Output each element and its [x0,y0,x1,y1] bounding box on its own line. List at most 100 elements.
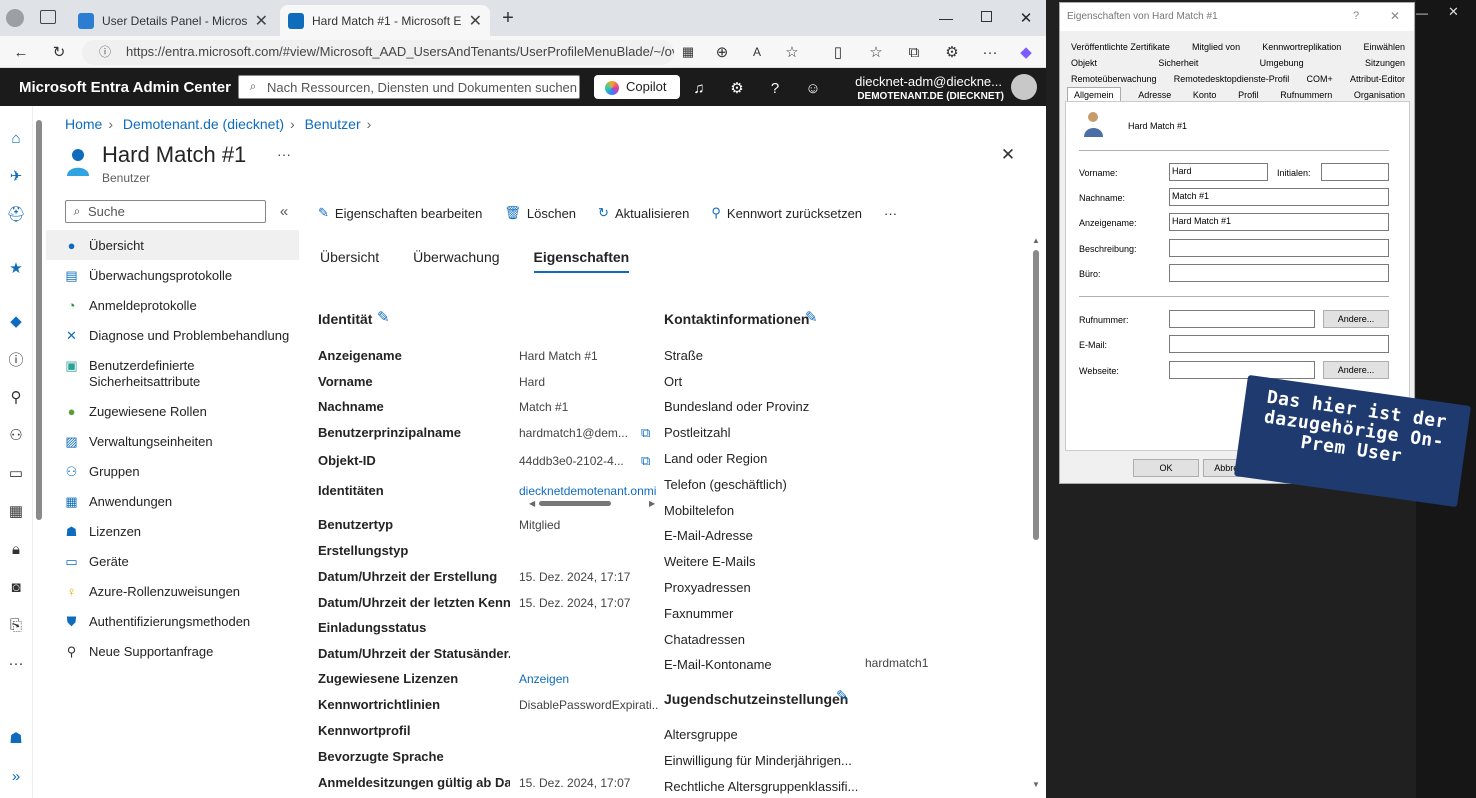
refresh-button[interactable]: ↻ Aktualisieren [598,203,689,223]
url-field[interactable]: https://entra.microsoft.com/#view/Micros… [82,40,674,65]
reset-password-button[interactable]: ⚲ Kennwort zurücksetzen [711,203,862,223]
tab-user-details[interactable]: User Details Panel - Microsoft 365 ✕ [70,5,276,36]
nav-item-custom-security[interactable]: ▣ Benutzerdefinierte Sicherheitsattribute [46,350,299,396]
edit-identity-icon[interactable]: ✎ [377,308,390,326]
devices-icon[interactable]: ▭ [6,463,26,483]
vorname-field[interactable]: Hard [1169,163,1268,181]
webseite-andere-button[interactable]: Andere... [1323,361,1389,379]
nav-item-new-support[interactable]: ⚲ Neue Supportanfrage [46,636,299,666]
refresh-icon[interactable]: ↻ [47,40,71,64]
dlg-tab-organization[interactable]: Organisation [1350,90,1409,100]
beschreibung-field[interactable] [1169,239,1389,257]
close-tab-icon[interactable]: ✕ [255,11,268,31]
tab-monitoring[interactable]: Überwachung [413,249,499,273]
dlg-tab-certs[interactable]: Veröffentlichte Zertifikate [1067,42,1174,52]
nav-search-input[interactable]: Suche [65,200,266,223]
avatar[interactable] [1011,74,1037,100]
apps-grid-icon[interactable]: ▦ [6,501,26,521]
diagnose-icon[interactable]: ⛑ [6,204,26,224]
rufnummer-andere-button[interactable]: Andere... [1323,310,1389,328]
nav-item-licenses[interactable]: ☗ Lizenzen [46,516,299,546]
dlg-tab-security[interactable]: Sicherheit [1154,58,1202,68]
resource-search-input[interactable]: Nach Ressourcen, Diensten und Dokumenten… [238,75,580,99]
dlg-tab-environment[interactable]: Umgebung [1256,58,1308,68]
nav-item-diagnose[interactable]: ✕ Diagnose und Problembehandlung [46,320,299,350]
portal-brand[interactable]: Microsoft Entra Admin Center [19,79,231,96]
edit-properties-button[interactable]: ✎ Eigenschaften bearbeiten [318,203,482,223]
dlg-tab-memberof[interactable]: Mitglied von [1188,42,1244,52]
copy-icon[interactable]: ⧉ [641,453,650,469]
rufnummer-field[interactable] [1169,310,1315,328]
dialog-ok-button[interactable]: OK [1133,459,1199,477]
nav-item-admin-units[interactable]: ▨ Verwaltungseinheiten [46,426,299,456]
apps-icon[interactable]: ▦ [676,40,700,64]
more-commands-button[interactable]: ··· [884,203,897,223]
value-scrollbar[interactable]: ◀ ▶ [529,499,655,508]
nachname-field[interactable]: Match #1 [1169,188,1389,206]
copy-icon[interactable]: ⧉ [641,425,650,441]
dlg-tab-account[interactable]: Konto [1189,90,1221,100]
nav-item-overview[interactable]: ● Übersicht [46,230,299,260]
nav-item-devices[interactable]: ▭ Geräte [46,546,299,576]
identity-value[interactable]: diecknetdemotenant.onmi [519,484,659,498]
tab-overview[interactable]: Übersicht [320,249,379,273]
profile-icon[interactable] [6,9,24,27]
dlg-tab-phones[interactable]: Rufnummern [1276,90,1336,100]
dlg-tab-sessions[interactable]: Sitzungen [1361,58,1409,68]
maximize-icon[interactable] [981,11,992,22]
read-aloud-icon[interactable]: A [745,40,769,64]
edit-youth-icon[interactable]: ✎ [836,687,849,705]
help-icon[interactable]: ? [765,78,785,98]
page-more-button[interactable]: ··· [277,146,291,162]
favorites-star-icon[interactable]: ★ [6,258,26,278]
tab-actions-icon[interactable] [40,10,56,24]
lock-icon[interactable]: 🔒︎ [6,539,26,559]
learn-icon[interactable]: ☗ [6,728,26,748]
minimize-icon[interactable]: — [936,8,956,28]
close-blade-icon[interactable]: ✕ [998,145,1018,165]
copilot-edge-icon[interactable]: ◆ [1014,40,1038,64]
favorite-star-icon[interactable]: ☆ [780,40,804,64]
content-scrollbar-thumb[interactable] [1033,250,1039,540]
close-window-icon[interactable]: ✕ [1016,8,1036,28]
info-icon[interactable]: ⓘ [6,349,26,369]
split-screen-icon[interactable]: ▯ [826,40,850,64]
dlg-tab-com[interactable]: COM+ [1303,74,1337,84]
users-icon[interactable]: ⚲ [6,387,26,407]
settings-gear-icon[interactable]: ⚙ [727,78,747,98]
nav-item-applications[interactable]: ▦ Anwendungen [46,486,299,516]
nav-item-signin-logs[interactable]: ◔ Anmeldeprotokolle [46,290,299,320]
breadcrumb-home[interactable]: Home [65,116,102,132]
dlg-tab-attr-editor[interactable]: Attribut-Editor [1346,74,1409,84]
id-governance-icon[interactable]: ◙ [6,577,26,597]
site-info-icon[interactable]: ⓘ [98,44,112,59]
anzeigename-field[interactable]: Hard Match #1 [1169,213,1389,231]
nav-item-assigned-roles[interactable]: ● Zugewiesene Rollen [46,396,299,426]
delete-button[interactable]: 🗑︎ Löschen [504,203,576,223]
notifications-bell-icon[interactable]: ♫ [689,78,709,98]
collections-icon[interactable]: ⧉ [902,40,926,64]
more-services-icon[interactable]: ··· [6,653,26,673]
webseite-field[interactable] [1169,361,1315,379]
edit-contact-icon[interactable]: ✎ [805,308,818,326]
new-tab-icon[interactable]: + [498,7,518,29]
rail-scrollbar[interactable] [36,120,42,520]
dialog-help-button[interactable]: ? [1353,10,1359,22]
close-tab-icon[interactable]: ✕ [469,11,482,31]
back-icon[interactable]: ← [9,40,33,64]
entra-id-icon[interactable]: ◆ [6,311,26,331]
nav-item-auth-methods[interactable]: ⛊ Authentifizierungsmethoden [46,606,299,636]
dlg-tab-rds-profile[interactable]: Remotedesktopdienste-Profil [1170,74,1294,84]
dlg-tab-pwrepl[interactable]: Kennwortreplikation [1258,42,1345,52]
dlg-tab-dialin[interactable]: Einwählen [1359,42,1409,52]
dlg-tab-remote-control[interactable]: Remoteüberwachung [1067,74,1161,84]
extensions-icon[interactable]: ⚙ [940,40,964,64]
breadcrumb-users[interactable]: Benutzer [305,116,361,132]
breadcrumb-tenant[interactable]: Demotenant.de (diecknet) [123,116,284,132]
whats-new-icon[interactable]: ✈ [6,166,26,186]
monitoring-icon[interactable]: ⎘ [6,615,26,635]
initialen-field[interactable] [1321,163,1389,181]
dlg-tab-object[interactable]: Objekt [1067,58,1101,68]
buero-field[interactable] [1169,264,1389,282]
nav-item-audit-logs[interactable]: ▤ Überwachungsprotokolle [46,260,299,290]
